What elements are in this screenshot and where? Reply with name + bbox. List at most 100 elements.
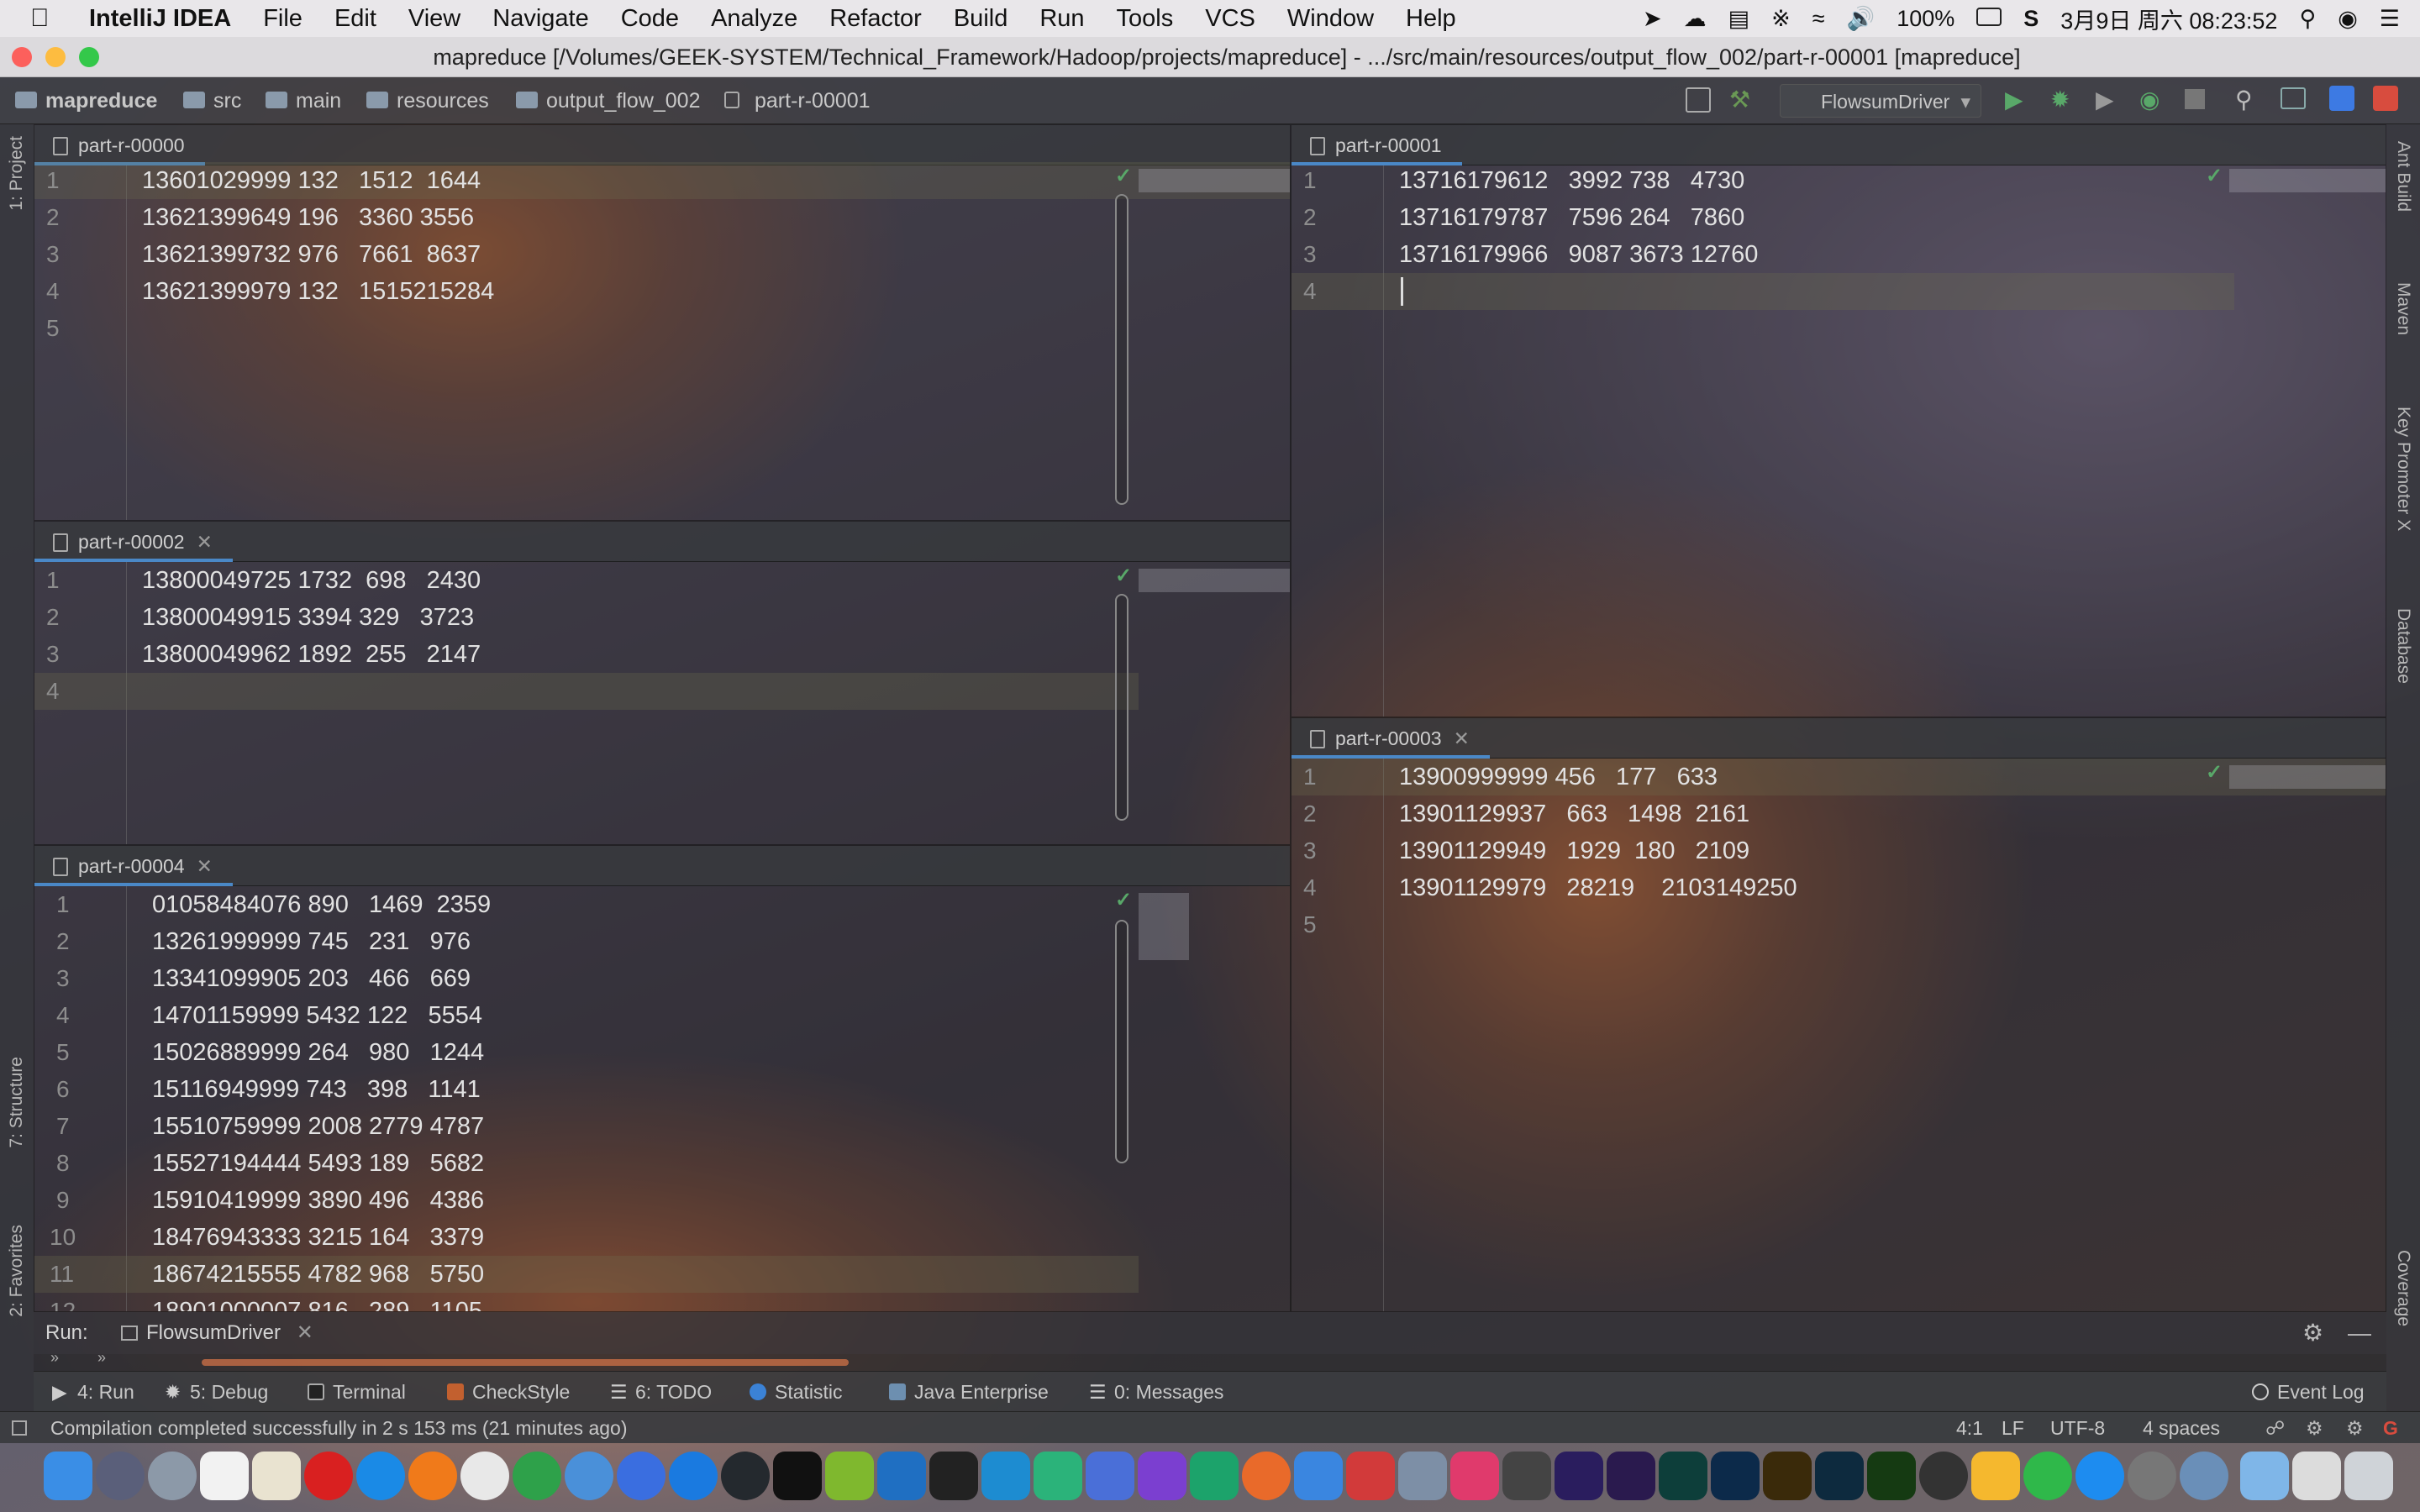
tool-window-todo[interactable]: ☰ 6: TODO [610,1372,712,1412]
stop-icon[interactable] [2185,89,2205,109]
inspector-icon[interactable]: ⚙ [2306,1412,2323,1444]
siri-icon[interactable]: ◉ [2338,6,2358,32]
wechat-icon[interactable] [2023,1452,2072,1500]
sogou-icon[interactable]: S [2023,6,2039,32]
code-line[interactable]: 15527194444 5493 189 5682 [152,1145,484,1182]
siri-dock-icon[interactable] [96,1452,145,1500]
search-everywhere-icon[interactable]: ⚲ [2235,86,2253,113]
breadcrumb-file[interactable]: part-r-00001 [724,77,871,124]
goland-icon[interactable] [1086,1452,1134,1500]
menu-run[interactable]: Run [1039,0,1084,37]
menu-analyze[interactable]: Analyze [711,0,797,37]
build-hammer-icon[interactable]: ⚒ [1729,86,1750,113]
ant-build-tool-button[interactable]: Ant Build [2393,141,2413,212]
inspection-ok-icon[interactable]: ✓ [1115,564,1132,588]
spotlight-icon[interactable]: ⚲ [2299,6,2316,32]
menu-build[interactable]: Build [954,0,1008,37]
more-actions-icon[interactable]: » [97,1349,106,1367]
hide-panel-icon[interactable]: — [2348,1312,2371,1354]
code-line[interactable]: 18901000007 816 289 1105 [152,1293,482,1311]
memory-icon[interactable]: ⚙ [2346,1412,2364,1444]
dreamweaver-icon[interactable] [1867,1452,1916,1500]
code-line[interactable]: 13601029999 132 1512 1644 [142,162,481,199]
tab-part-r-00001[interactable]: part-r-00001 [1292,125,1462,165]
profile-icon[interactable]: ◉ [2139,86,2160,113]
minimap[interactable] [2229,169,2386,192]
key-promoter-tool-button[interactable]: Key Promoter X [2393,407,2413,531]
caret-position[interactable]: 4:1 [1956,1412,1983,1444]
translate-icon[interactable] [2329,86,2354,111]
app-store-icon[interactable] [2075,1452,2124,1500]
vscode-icon[interactable] [877,1452,926,1500]
run-config-tab[interactable]: FlowsumDriver ✕ [121,1312,313,1354]
line-separator[interactable]: LF [2002,1412,2024,1444]
code-line[interactable]: 13901129949 1929 180 2109 [1399,832,1749,869]
remote-desktop-icon[interactable] [1398,1452,1447,1500]
menu-code[interactable]: Code [621,0,679,37]
davinci-resolve-icon[interactable] [1919,1452,1968,1500]
menu-navigate[interactable]: Navigate [492,0,588,37]
mail-icon[interactable] [565,1452,613,1500]
xmind-icon[interactable] [1242,1452,1291,1500]
opera-icon[interactable] [304,1452,353,1500]
maven-tool-button[interactable]: Maven [2393,282,2413,335]
vertical-scrollbar[interactable] [1115,594,1128,821]
github-desktop-icon[interactable] [721,1452,770,1500]
status-message[interactable]: Compilation completed successfully in 2 … [50,1412,628,1444]
project-tool-button[interactable]: 1: Project [7,136,27,211]
settings-gear-icon[interactable]: ⚙ [2302,1312,2323,1354]
tool-window-messages[interactable]: ☰ 0: Messages [1089,1372,1223,1412]
menu-file[interactable]: File [263,0,302,37]
tool-window-terminal[interactable]: Terminal [308,1372,406,1412]
wifi-icon[interactable]: ≈ [1812,6,1825,32]
editor-part-r-00004[interactable]: part-r-00004 ✕ 1 2 3 4 5 6 7 8 9 10 11 12… [34,845,1291,1312]
sketch-icon[interactable] [1971,1452,2020,1500]
cloud-icon[interactable]: ☁ [1684,6,1707,32]
terminal-dock-icon[interactable] [773,1452,822,1500]
datagrip-icon[interactable] [1138,1452,1186,1500]
tool-window-run[interactable]: ▶ 4: Run [52,1372,134,1412]
vertical-scrollbar[interactable] [1115,920,1128,1163]
event-log-button[interactable]: Event Log [2252,1372,2365,1412]
close-tab-icon[interactable]: ✕ [297,1321,313,1344]
intellij-idea-icon[interactable] [929,1452,978,1500]
run-coverage-icon[interactable]: ▶ [2096,86,2114,113]
network-monitor-icon[interactable] [2180,1452,2228,1500]
code-line[interactable]: 13716179612 3992 738 4730 [1399,162,1744,199]
downloads-folder-icon[interactable] [2240,1452,2289,1500]
code-line[interactable]: 13621399979 132 1515215284 [142,273,494,310]
menu-tools[interactable]: Tools [1117,0,1174,37]
code-line[interactable]: 13901129979 28219 2103149250 [1399,869,1797,906]
database-tool-button[interactable]: Database [2393,608,2413,684]
menu-refactor[interactable]: Refactor [829,0,922,37]
finder-icon[interactable] [44,1452,92,1500]
menu-app-name[interactable]: IntelliJ IDEA [89,0,231,37]
chrome-icon[interactable] [513,1452,561,1500]
breadcrumb-output-flow[interactable]: output_flow_002 [516,77,700,124]
inspection-ok-icon[interactable]: ✓ [1115,164,1132,188]
code-line[interactable]: 13621399732 976 7661 8637 [142,236,481,273]
tool-window-checkstyle[interactable]: CheckStyle [447,1372,570,1412]
file-encoding[interactable]: UTF-8 [2050,1412,2105,1444]
minimap[interactable] [2229,765,2386,789]
after-effects-icon[interactable] [1555,1452,1603,1500]
yandex-browser-icon[interactable] [460,1452,509,1500]
appcode-icon[interactable] [1190,1452,1239,1500]
tab-part-r-00002[interactable]: part-r-00002 ✕ [34,522,233,562]
debug-icon[interactable]: ✹ [2050,86,2070,113]
code-line[interactable]: 13900999999 456 177 633 [1399,759,1718,795]
toggle-tool-windows-icon[interactable] [12,1420,27,1436]
send-icon[interactable]: ➤ [1643,6,1662,32]
tab-part-r-00004[interactable]: part-r-00004 ✕ [34,846,233,886]
markdown-editor-icon[interactable] [1294,1452,1343,1500]
plugin-icon[interactable] [2373,86,2398,111]
mweb-icon[interactable] [825,1452,874,1500]
menu-window[interactable]: Window [1287,0,1374,37]
code-line[interactable]: 18674215555 4782 968 5750 [152,1256,484,1293]
menu-help[interactable]: Help [1406,0,1456,37]
breadcrumb-resources[interactable]: resources [366,77,489,124]
trash-icon[interactable] [2344,1452,2393,1500]
code-line[interactable]: 18476943333 3215 164 3379 [152,1219,484,1256]
inspection-ok-icon[interactable]: ✓ [2206,164,2223,188]
code-line[interactable]: 13716179787 7596 264 7860 [1399,199,1744,236]
